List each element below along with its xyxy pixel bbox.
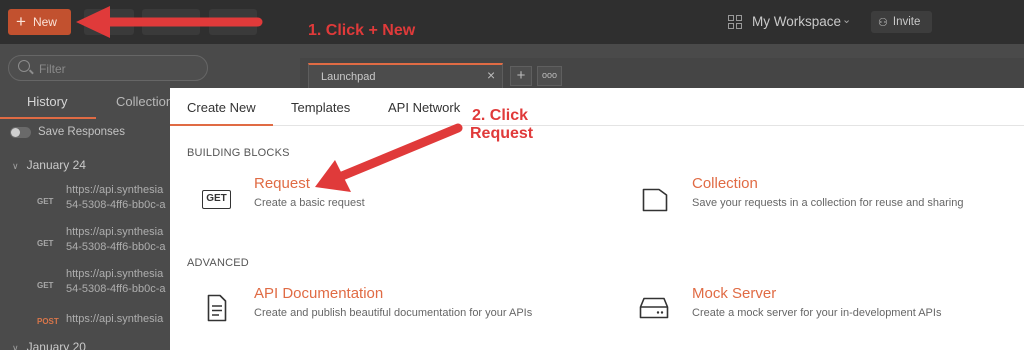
arrow-to-request-option: [315, 123, 463, 192]
annotation-arrows: [76, 6, 463, 192]
postman-window: + New My Workspace ⌄ ⚇ Invite Filter His…: [0, 0, 1024, 350]
arrow-to-new-button: [76, 6, 263, 38]
